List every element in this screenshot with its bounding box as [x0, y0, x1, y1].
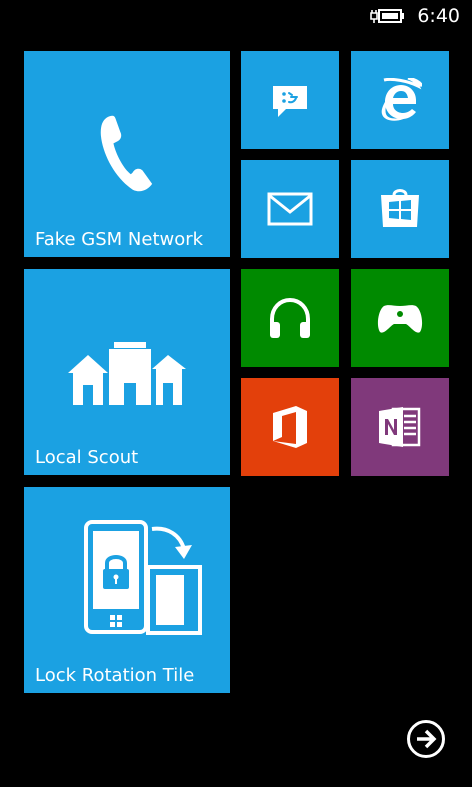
game-controller-icon: [377, 305, 423, 333]
tile-local-scout[interactable]: Local Scout: [24, 269, 230, 475]
internet-explorer-icon: [381, 78, 422, 121]
mail-icon: [267, 192, 313, 226]
clock-time: 6:40: [417, 5, 460, 27]
tile-lock-rotation[interactable]: Lock Rotation Tile: [24, 487, 230, 693]
tile-onenote[interactable]: [351, 378, 449, 476]
tile-office[interactable]: [241, 378, 339, 476]
phone-icon: [100, 115, 153, 192]
lock-rotation-icon: [84, 520, 202, 635]
tile-mail[interactable]: [241, 160, 339, 258]
buildings-icon: [68, 342, 186, 405]
tile-phone-label: Fake GSM Network: [35, 229, 204, 250]
status-bar: 6:40: [0, 0, 472, 34]
office-icon: [273, 406, 307, 448]
tile-local-scout-label: Local Scout: [35, 447, 139, 468]
tile-lock-rotation-label: Lock Rotation Tile: [35, 665, 195, 686]
tile-internet-explorer[interactable]: [351, 51, 449, 149]
messaging-icon: [273, 86, 307, 117]
battery-charging-icon: [370, 9, 404, 23]
tile-music[interactable]: [241, 269, 339, 367]
tile-games[interactable]: [351, 269, 449, 367]
tile-phone[interactable]: Fake GSM Network: [24, 51, 230, 257]
headphones-icon: [270, 297, 310, 338]
store-icon: [381, 189, 419, 227]
tile-store[interactable]: [351, 160, 449, 258]
onenote-icon: [379, 407, 421, 447]
tile-messaging[interactable]: [241, 51, 339, 149]
arrow-right-circle-icon[interactable]: [406, 719, 446, 759]
